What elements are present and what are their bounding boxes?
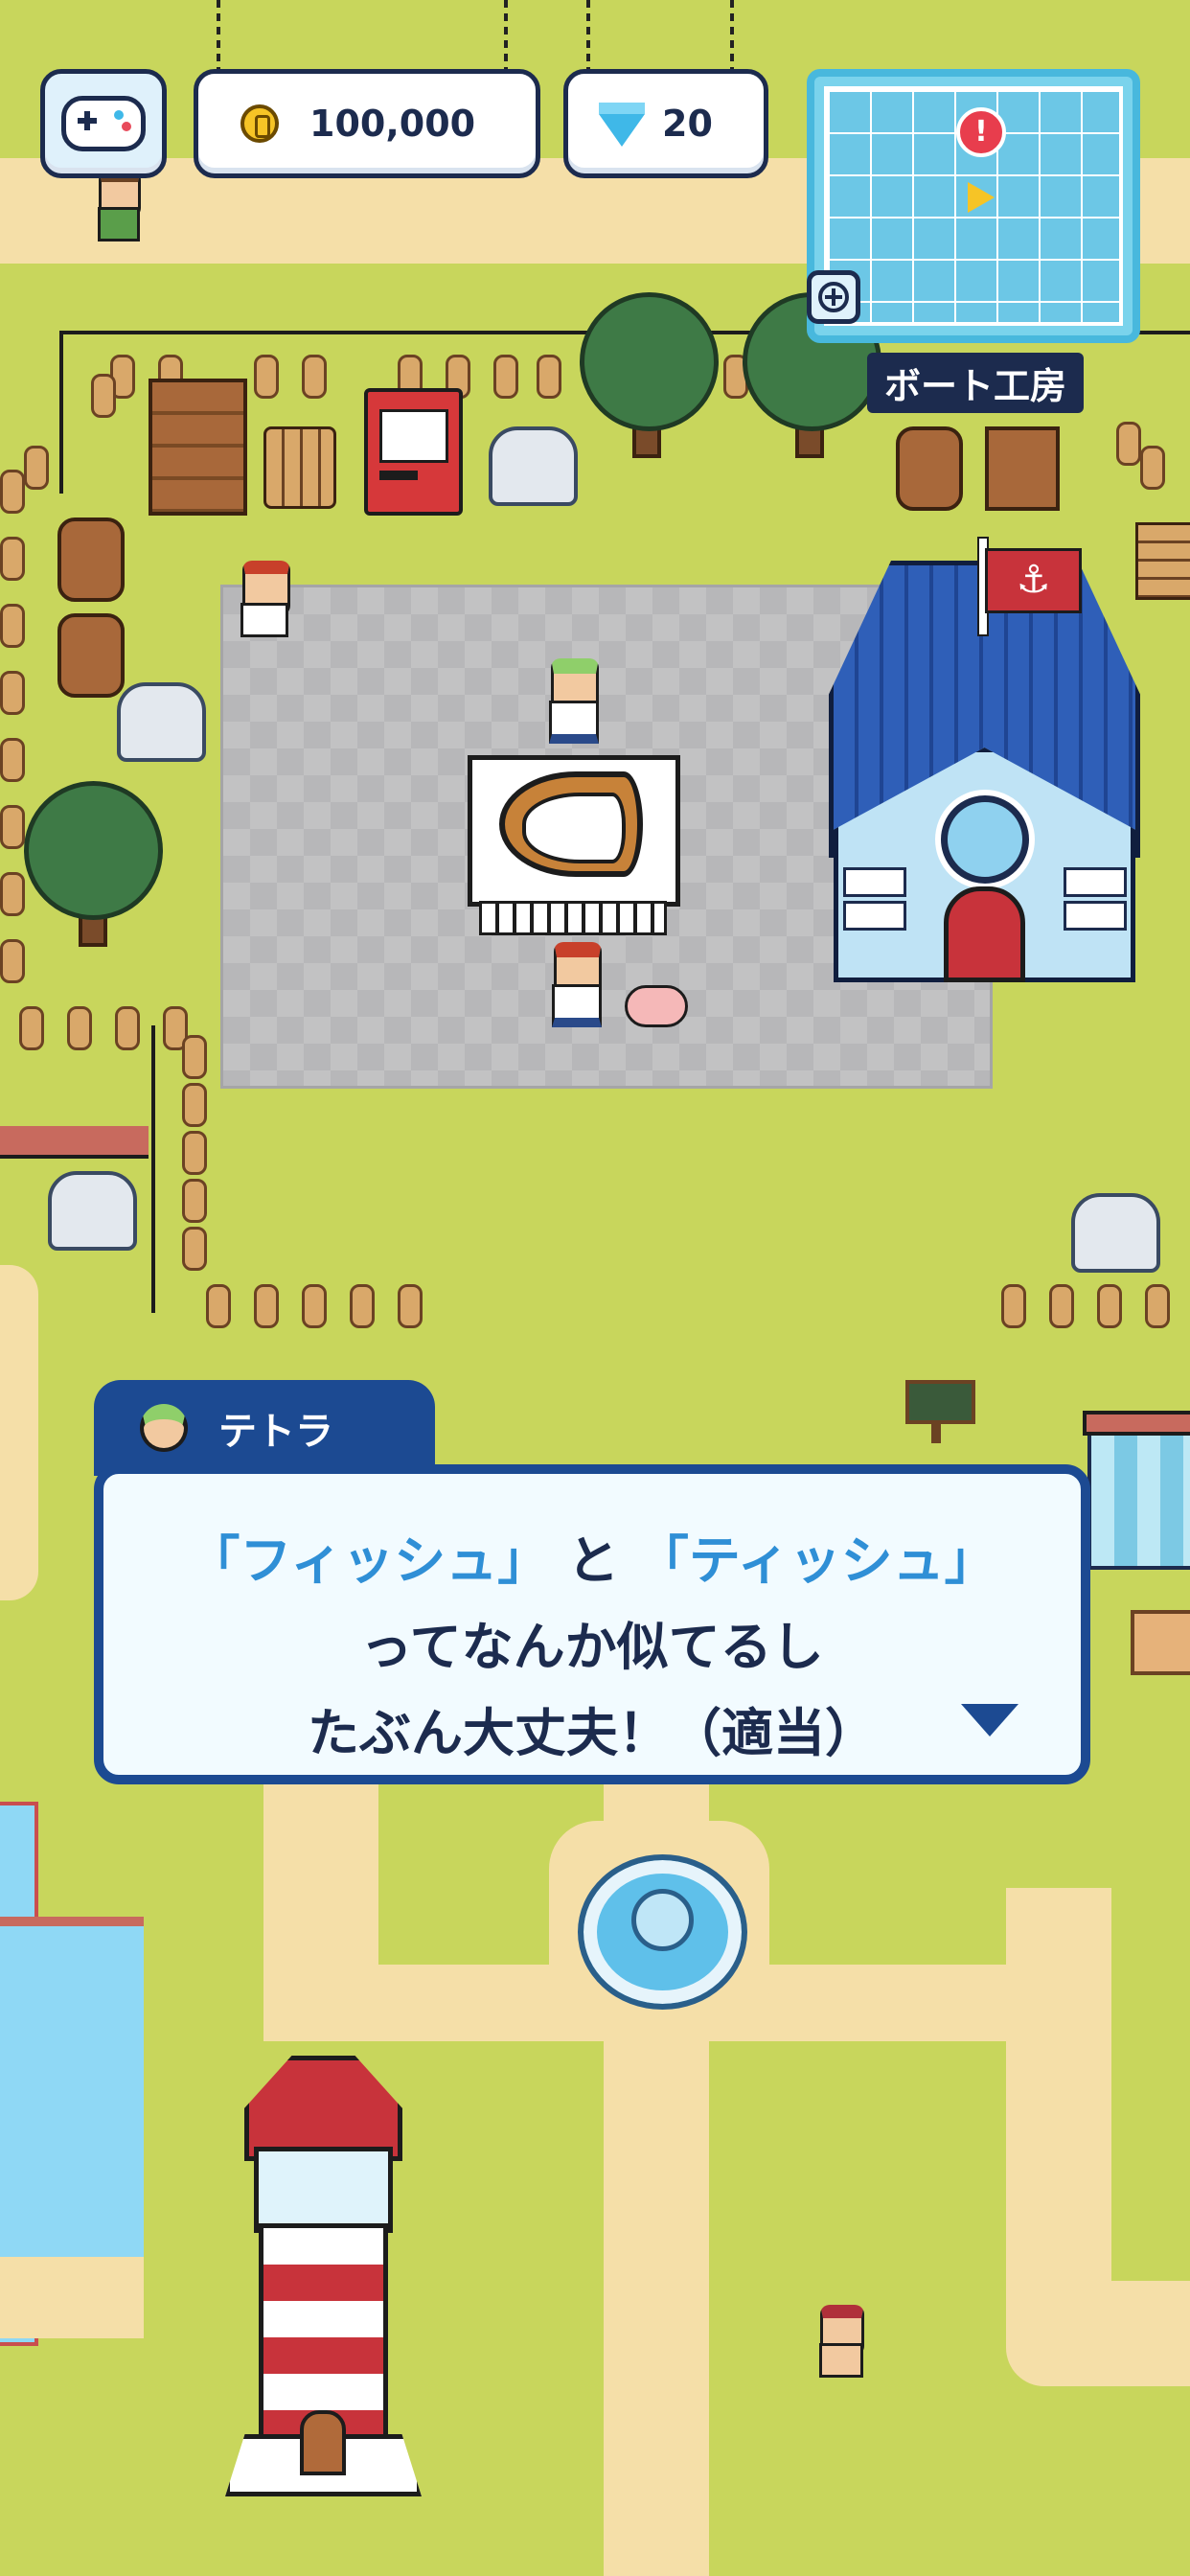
- pool-sand-edge: [0, 2257, 144, 2338]
- rock: [117, 682, 206, 762]
- shop-stall-awning: [1087, 1428, 1190, 1570]
- crate: [985, 426, 1060, 511]
- sign-stand: [479, 901, 667, 935]
- dialog-connector: と: [567, 1530, 620, 1591]
- barrel: [57, 613, 125, 698]
- gem-amount: 20: [662, 103, 713, 145]
- fence-line-left: [59, 331, 63, 494]
- small-signboard[interactable]: [905, 1380, 975, 1424]
- rock: [1071, 1193, 1160, 1273]
- boat-blueprint-sign[interactable]: [468, 755, 680, 907]
- log-pile: [1135, 522, 1190, 600]
- fountain[interactable]: [578, 1854, 747, 2010]
- location-label: ボート工房: [867, 353, 1085, 413]
- crate-stack: [149, 379, 247, 516]
- shop-stall-roof: [1083, 1411, 1190, 1436]
- dialog-line-2: ってなんか似てるし: [360, 1617, 824, 1677]
- lower-path-right: [1006, 1888, 1111, 2319]
- minimap[interactable]: !: [807, 69, 1140, 343]
- dialog-highlight-tissue: 「ティッシュ」: [636, 1530, 996, 1591]
- dialog-highlight-fish: 「フィッシュ」: [188, 1530, 550, 1591]
- left-wall-roof: [0, 1126, 149, 1159]
- shop-stall-counter: [1131, 1610, 1190, 1675]
- plus-circle-icon[interactable]: [807, 270, 860, 324]
- dialog-line-1: 「フィッシュ」 と 「ティッシュ」: [103, 1518, 1081, 1604]
- barrel: [896, 426, 963, 511]
- rock: [48, 1171, 137, 1251]
- dialog-line-3: たぶん大丈夫！（適当）: [308, 1703, 877, 1763]
- coin-amount: 100,000: [309, 103, 476, 145]
- npc-villager-red-hair[interactable]: [235, 561, 292, 637]
- speaker-tab: テトラ: [94, 1380, 435, 1476]
- diamond-icon: [599, 103, 645, 147]
- vending-machine: [364, 388, 463, 516]
- barrel: [57, 518, 125, 602]
- anchor-flag: ⚓: [985, 548, 1082, 613]
- lower-path-right-end: [1006, 2281, 1190, 2386]
- coin-counter: 100,000: [194, 69, 540, 178]
- exclamation-icon: !: [956, 107, 1006, 157]
- player-character[interactable]: [546, 942, 606, 1027]
- gamepad-icon: [61, 96, 146, 151]
- red-door[interactable]: [944, 886, 1025, 982]
- log-pile: [263, 426, 336, 509]
- porthole-window: [941, 795, 1029, 884]
- boat-icon: [499, 771, 643, 877]
- pig[interactable]: [625, 985, 688, 1027]
- signboard-post: [931, 1420, 941, 1443]
- speaker-name: テトラ: [218, 1410, 333, 1454]
- game-menu-button[interactable]: [40, 69, 167, 178]
- arrow-marker-icon: [968, 182, 995, 213]
- fence-line-lower: [151, 1025, 155, 1313]
- chevron-down-icon[interactable]: [961, 1704, 1018, 1736]
- coin-icon: [240, 104, 279, 143]
- lighthouse[interactable]: [225, 2056, 422, 2496]
- left-path: [0, 1265, 38, 1600]
- tetra-avatar-icon: [140, 1404, 188, 1452]
- npc-villager-bottom[interactable]: [814, 2305, 867, 2380]
- npc-villager-top[interactable]: [94, 171, 142, 242]
- dialog-box[interactable]: 「フィッシュ」 と 「ティッシュ」 ってなんか似てるし たぶん大丈夫！（適当）: [94, 1464, 1090, 1784]
- rock: [489, 426, 578, 506]
- gem-counter: 20: [563, 69, 768, 178]
- water-pool-lower: [0, 1917, 144, 2271]
- npc-tetra[interactable]: [543, 658, 603, 744]
